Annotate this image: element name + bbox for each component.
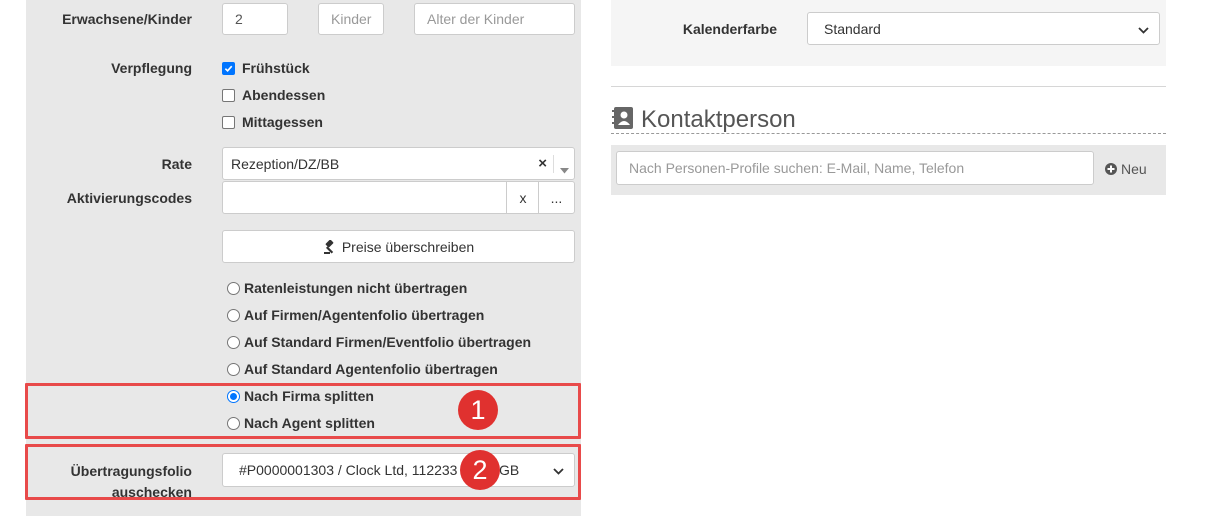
annotation-badge-2: 2: [460, 450, 500, 490]
rate-clear-icon[interactable]: ×: [538, 155, 547, 172]
meal-option-label: Abendessen: [242, 87, 326, 103]
transfer-option-label: Ratenleistungen nicht übertragen: [244, 280, 468, 296]
transfer-option-label: Auf Standard Firmen/Eventfolio übertrage…: [244, 334, 532, 350]
meal-option-label: Mittagessen: [242, 114, 323, 130]
checkbox[interactable]: [222, 88, 235, 102]
checkmark-icon: [224, 65, 233, 72]
rate-label: Rate: [161, 156, 192, 172]
override-prices-button[interactable]: Preise überschreiben: [222, 230, 575, 263]
adults-input[interactable]: 2: [222, 3, 288, 35]
new-contact-button[interactable]: Neu: [1105, 161, 1147, 177]
children-input[interactable]: Kinder: [318, 3, 384, 35]
address-book-icon: [612, 106, 634, 133]
meal-option-label: Frühstück: [242, 60, 310, 76]
annotation-badge-1: 1: [458, 390, 498, 430]
chevron-down-icon[interactable]: [560, 161, 569, 177]
plus-circle-icon: [1105, 163, 1117, 175]
calendar-color-value: Standard: [824, 20, 881, 37]
activation-codes-label: Aktivierungscodes: [66, 190, 192, 206]
transfer-option-default-agent-folio[interactable]: Auf Standard Agentenfolio übertragen: [227, 361, 498, 377]
rate-separator: [553, 155, 554, 173]
transfer-option-none[interactable]: Ratenleistungen nicht übertragen: [227, 280, 467, 296]
contact-search-input[interactable]: Nach Personen-Profile suchen: E-Mail, Na…: [616, 151, 1094, 185]
rate-select[interactable]: Rezeption/DZ/BB ×: [222, 147, 575, 180]
section-divider: [611, 86, 1166, 87]
transfer-option-company-agent-folio[interactable]: Auf Firmen/Agentenfolio übertragen: [227, 307, 484, 323]
contact-person-title: Kontaktperson: [641, 106, 796, 133]
activation-codes-input[interactable]: [222, 181, 508, 214]
guests-label: Erwachsene/Kinder: [62, 11, 192, 27]
gavel-icon: [323, 239, 337, 254]
radio-button[interactable]: [227, 308, 240, 322]
transfer-option-label: Auf Standard Agentenfolio übertragen: [244, 361, 498, 377]
radio-button[interactable]: [227, 362, 240, 376]
meal-option-breakfast[interactable]: Frühstück: [222, 60, 310, 76]
activation-clear-button[interactable]: x: [506, 181, 540, 214]
rate-value: Rezeption/DZ/BB: [231, 155, 340, 172]
chevron-down-icon[interactable]: [1138, 21, 1149, 37]
activation-more-button[interactable]: ...: [538, 181, 575, 214]
children-ages-input[interactable]: Alter der Kinder: [414, 3, 575, 35]
override-prices-label: Preise überschreiben: [341, 238, 475, 255]
calendar-color-select[interactable]: Standard: [807, 12, 1160, 45]
meal-option-lunch[interactable]: Mittagessen: [222, 114, 323, 130]
meal-option-dinner[interactable]: Abendessen: [222, 87, 325, 103]
transfer-option-default-company-event-folio[interactable]: Auf Standard Firmen/Eventfolio übertrage…: [227, 334, 531, 350]
checkbox-checked[interactable]: [222, 61, 235, 75]
new-contact-label: Neu: [1121, 161, 1147, 177]
section-title-underline: [611, 133, 1166, 134]
checkbox[interactable]: [222, 115, 235, 129]
calendar-color-label: Kalenderfarbe: [682, 21, 777, 37]
radio-button[interactable]: [227, 335, 240, 349]
transfer-option-label: Auf Firmen/Agentenfolio übertragen: [244, 307, 485, 323]
radio-button[interactable]: [227, 281, 240, 295]
meals-label: Verpflegung: [111, 60, 192, 76]
